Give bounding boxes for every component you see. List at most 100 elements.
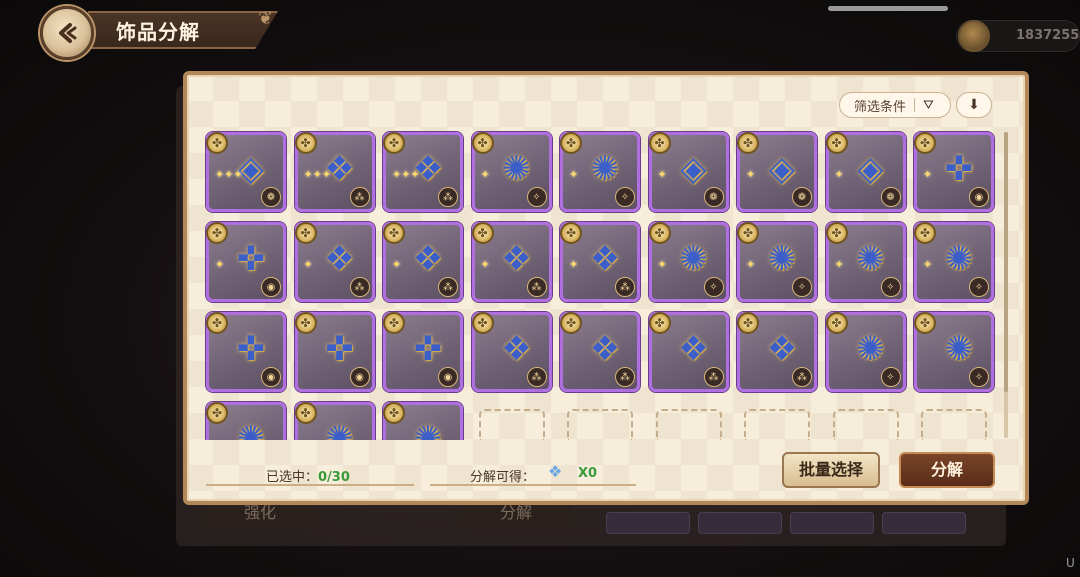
coin-icon (958, 20, 990, 52)
clover-badge-icon: ✤ (206, 222, 228, 244)
accessory-item-wreath[interactable]: ✤ ✺ ✦ ✧ (560, 132, 640, 212)
scrollbar-thumb[interactable] (1004, 132, 1008, 392)
slot-type-icon: ❁ (261, 187, 281, 207)
accessory-item-wing[interactable]: ✤ ❖ ✦ ⁂ (383, 222, 463, 302)
accessory-item-staff[interactable]: ✤ ✜ ✦ ◉ (914, 132, 994, 212)
empty-slot (921, 409, 987, 440)
accessory-item-wreath[interactable]: ✤ ✺ ✦ ✧ (737, 222, 817, 302)
wreath-icon: ✺ (856, 329, 885, 369)
accessory-item-wreath[interactable]: ✤ ✺ ✦ ✧ (825, 222, 906, 302)
selected-value: 0/30 (318, 470, 350, 485)
page-title: 饰品分解 (116, 20, 200, 44)
accessory-item-staff[interactable]: ✤ ✜ ✦ ◉ (206, 222, 286, 302)
slot-type-icon: ⁂ (438, 187, 458, 207)
empty-slot (567, 409, 633, 440)
accessory-item-ring[interactable]: ✤ ◈ ✦ ❁ (648, 132, 729, 212)
decompose-button[interactable]: 分解 (899, 452, 995, 488)
clover-badge-icon: ✤ (560, 222, 582, 244)
star-rating: ✦ (657, 258, 667, 271)
star-rating: ✦ (569, 258, 579, 271)
star-rating: ✦✦✦ (303, 168, 332, 181)
staff-icon: ✜ (236, 239, 266, 279)
clover-badge-icon: ✤ (825, 222, 848, 244)
wing-icon: ❖ (412, 239, 444, 279)
accessory-item-wreath[interactable]: ✤ ✺ ✦ ✧ (914, 222, 994, 302)
wing-icon: ❖ (324, 239, 355, 279)
accessory-item-staff[interactable]: ✤ ✜ ◉ (294, 312, 375, 392)
star-rating: ✦ (834, 258, 844, 271)
accessory-item-wing[interactable]: ✤ ❖ ✦ ⁂ (471, 222, 552, 302)
accessory-item-wreath[interactable]: ✤ ✺ ✦ ✧ (471, 132, 552, 212)
clover-badge-icon: ✤ (560, 132, 582, 154)
slot-type-icon: ◉ (261, 277, 281, 297)
slot-type-icon: ⁂ (615, 367, 635, 387)
wreath-icon: ✺ (236, 419, 266, 440)
star-rating: ✦ (834, 168, 844, 181)
star-rating: ✦ (480, 258, 490, 271)
slot-type-icon: ⁂ (703, 367, 724, 387)
background-slot (790, 512, 874, 534)
accessory-item-ring[interactable]: ✤ ◈ ✦✦✦ ❁ (206, 132, 286, 212)
accessory-item-wreath[interactable]: ✤✺✧ (294, 402, 375, 440)
accessory-item-wreath[interactable]: ✤✺✧ (914, 312, 994, 392)
divider (914, 98, 916, 112)
clover-badge-icon: ✤ (825, 132, 848, 154)
accessory-item-wreath[interactable]: ✤ ✺ ✦ ✧ (648, 222, 729, 302)
clover-badge-icon: ✤ (471, 132, 494, 154)
slot-type-icon: ⁂ (526, 277, 547, 297)
clover-badge-icon: ✤ (294, 312, 317, 334)
wreath-icon: ✺ (679, 239, 708, 279)
slot-type-icon: ⁂ (526, 367, 547, 387)
sort-button[interactable]: ⬇ (956, 92, 992, 118)
clover-badge-icon: ✤ (560, 312, 582, 334)
accessory-item-wing[interactable]: ✤ ❖ ⁂ (471, 312, 552, 392)
clover-badge-icon: ✤ (737, 222, 759, 244)
slot-type-icon: ✧ (880, 277, 901, 297)
clover-badge-icon: ✤ (914, 222, 936, 244)
slot-type-icon: ✧ (526, 187, 547, 207)
background-slot (606, 512, 690, 534)
star-rating: ✦ (746, 168, 756, 181)
wreath-icon: ✺ (856, 239, 885, 279)
clover-badge-icon: ✤ (737, 312, 759, 334)
batch-select-button[interactable]: 批量选择 (782, 452, 880, 488)
wreath-icon: ✺ (502, 149, 531, 189)
accessory-item-staff[interactable]: ✤ ✜ ◉ (206, 312, 286, 392)
yield-label: 分解可得： (470, 470, 536, 485)
slot-type-icon: ❁ (703, 187, 724, 207)
accessory-item-staff[interactable]: ✤ ✜ ◉ (383, 312, 463, 392)
back-button[interactable] (40, 6, 94, 60)
accessory-item-wing[interactable]: ✤ ❖ ✦✦✦ ⁂ (383, 132, 463, 212)
accessory-item-wreath[interactable]: ✤✺✧ (825, 312, 906, 392)
slot-type-icon: ✧ (880, 367, 901, 387)
star-rating: ✦ (303, 258, 313, 271)
accessory-item-wing[interactable]: ✤ ❖ ✦✦✦ ⁂ (294, 132, 375, 212)
clover-badge-icon: ✤ (383, 312, 405, 334)
accessory-item-wing[interactable]: ✤ ❖ ⁂ (737, 312, 817, 392)
clover-badge-icon: ✤ (383, 132, 405, 154)
accessory-item-wreath[interactable]: ✤✺✧ (206, 402, 286, 440)
wreath-icon: ✺ (413, 419, 443, 440)
accessory-item-wing[interactable]: ✤ ❖ ✦ ⁂ (294, 222, 375, 302)
accessory-item-wing[interactable]: ✤ ❖ ⁂ (560, 312, 640, 392)
slot-type-icon: ⁂ (438, 277, 458, 297)
wreath-icon: ✺ (590, 149, 620, 189)
slot-type-icon: ◉ (261, 367, 281, 387)
crystal-icon: ❖ (548, 462, 563, 481)
star-rating: ✦ (657, 168, 667, 181)
clover-badge-icon: ✤ (914, 312, 936, 334)
slot-type-icon: ❁ (792, 187, 812, 207)
yield-value: X0 (578, 466, 598, 481)
accessory-item-ring[interactable]: ✤ ◈ ✦ ❁ (825, 132, 906, 212)
accessory-item-wing[interactable]: ✤ ❖ ⁂ (648, 312, 729, 392)
filter-button[interactable]: 筛选条件 ⛛ (839, 92, 951, 118)
slot-type-icon: ✧ (969, 277, 989, 297)
currency-value: 1837255 (1016, 28, 1080, 43)
slot-type-icon: ✧ (615, 187, 635, 207)
accessory-item-wing[interactable]: ✤ ❖ ✦ ⁂ (560, 222, 640, 302)
clover-badge-icon: ✤ (648, 312, 671, 334)
star-rating: ✦ (392, 258, 402, 271)
back-arrow-icon (59, 23, 77, 43)
accessory-item-ring[interactable]: ✤ ◈ ✦ ❁ (737, 132, 817, 212)
accessory-item-wreath[interactable]: ✤✺✧ (383, 402, 463, 440)
